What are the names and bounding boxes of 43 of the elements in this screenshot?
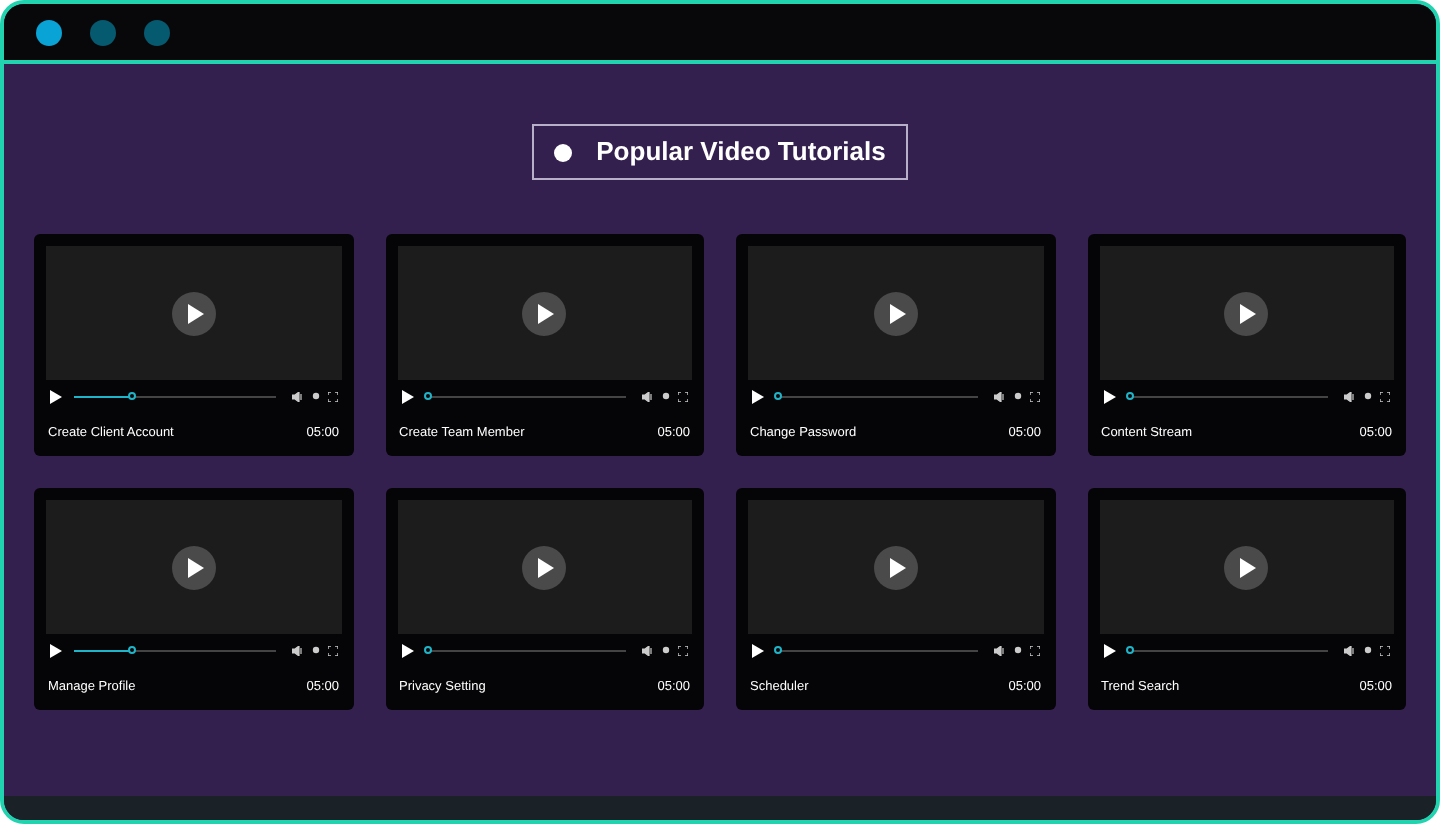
fullscreen-icon[interactable] [678, 391, 688, 401]
play-button[interactable] [873, 545, 918, 589]
fullscreen-icon[interactable] [1029, 391, 1039, 401]
play-button[interactable] [873, 291, 918, 335]
play-button[interactable] [1224, 545, 1269, 589]
window-control-icon[interactable] [36, 19, 62, 45]
volume-icon[interactable] [1344, 645, 1356, 655]
progress-handle[interactable] [128, 392, 137, 400]
play-icon[interactable] [50, 643, 62, 657]
fullscreen-icon[interactable] [1380, 645, 1390, 655]
volume-icon[interactable] [642, 391, 654, 401]
fullscreen-icon[interactable] [327, 645, 337, 655]
volume-icon[interactable] [291, 645, 303, 655]
play-button[interactable] [1224, 291, 1269, 335]
progress-handle[interactable] [774, 646, 783, 654]
play-icon[interactable] [752, 389, 764, 403]
play-button[interactable] [171, 545, 216, 589]
play-icon[interactable] [1103, 389, 1115, 403]
play-button[interactable] [522, 545, 567, 589]
play-icon[interactable] [50, 389, 62, 403]
volume-icon[interactable] [1344, 391, 1356, 401]
volume-icon[interactable] [993, 391, 1005, 401]
volume-icon[interactable] [291, 391, 303, 401]
progress-handle[interactable] [423, 646, 432, 654]
play-icon[interactable] [752, 643, 764, 657]
play-icon[interactable] [401, 389, 413, 403]
volume-icon[interactable] [642, 645, 654, 655]
section-heading: Popular Video Tutorials [596, 134, 886, 171]
progress-handle[interactable] [1125, 646, 1134, 654]
progress-handle[interactable] [128, 646, 137, 654]
volume-icon[interactable] [993, 645, 1005, 655]
fullscreen-icon[interactable] [1380, 391, 1390, 401]
bullet-icon [554, 143, 573, 161]
progress-handle[interactable] [1125, 392, 1134, 400]
play-button[interactable] [171, 291, 216, 335]
fullscreen-icon[interactable] [678, 645, 688, 655]
play-button[interactable] [522, 291, 567, 335]
play-icon[interactable] [401, 643, 413, 657]
progress-handle[interactable] [774, 392, 783, 400]
fullscreen-icon[interactable] [1029, 645, 1039, 655]
fullscreen-icon[interactable] [327, 391, 337, 401]
progress-handle[interactable] [423, 392, 432, 400]
play-icon[interactable] [1103, 643, 1115, 657]
